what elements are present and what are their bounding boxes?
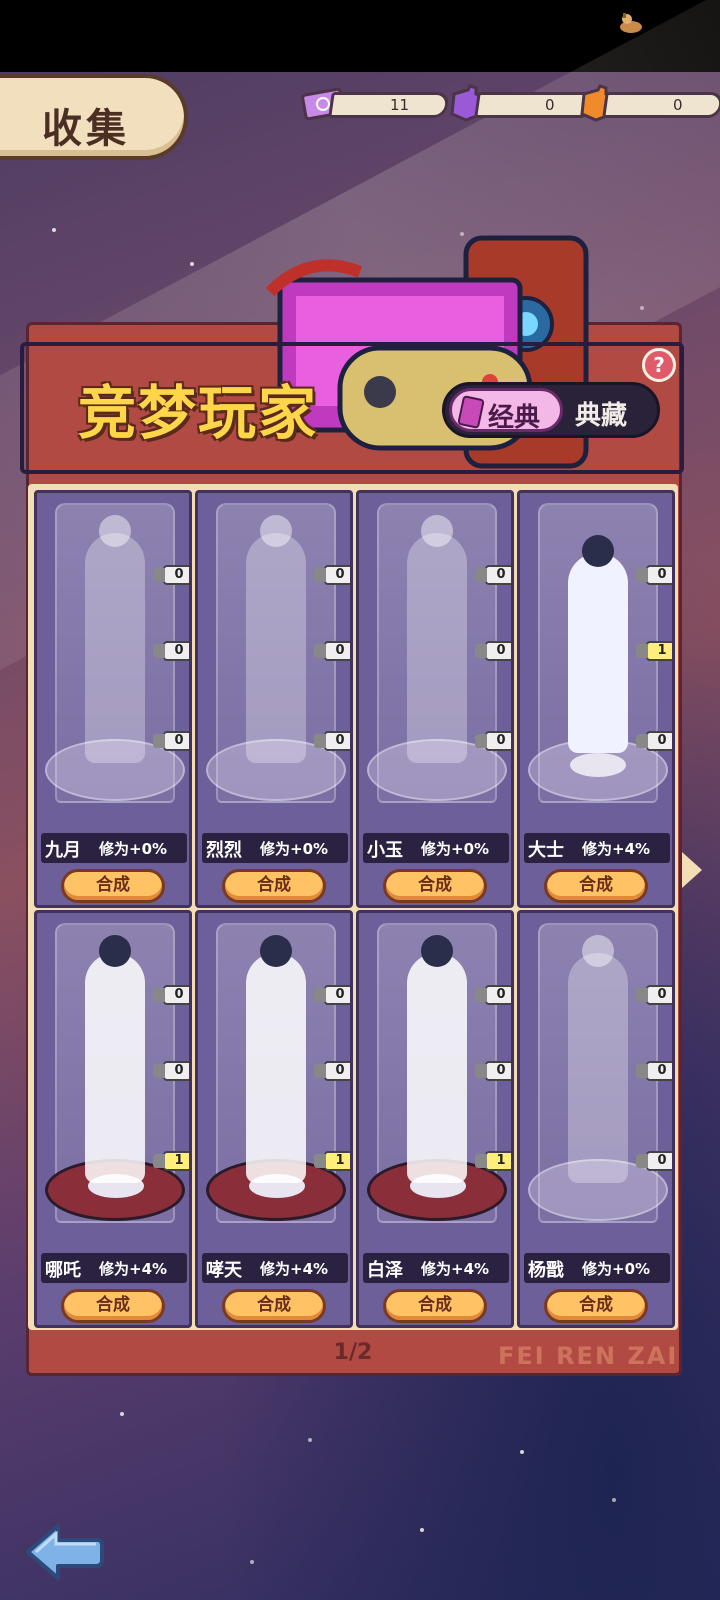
part-count: 0	[636, 1151, 672, 1171]
character-bonus: 修为+0%	[582, 1260, 651, 1278]
part-count: 0	[153, 641, 189, 661]
part-count: 0	[636, 985, 672, 1005]
name-bar: 白泽 修为+4%	[363, 1253, 509, 1283]
star-dot	[120, 1412, 124, 1416]
page-title-tab: 收集	[0, 74, 188, 160]
character-figure	[407, 935, 467, 1183]
currency-value: 11	[389, 96, 409, 114]
name-bar: 杨戬 修为+0%	[524, 1253, 670, 1283]
star-dot	[52, 228, 56, 232]
star-dot	[250, 1560, 254, 1564]
character-name: 杨戬	[528, 1260, 564, 1281]
character-figure	[407, 515, 467, 763]
character-card[interactable]: 0 0 0 烈烈 修为+0% 合成	[195, 490, 353, 908]
character-bonus: 修为+4%	[99, 1260, 168, 1278]
star-dot	[420, 1528, 424, 1532]
part-count: 0	[636, 565, 672, 585]
character-bonus: 修为+4%	[582, 840, 651, 858]
merge-button[interactable]: 合成	[222, 1289, 326, 1323]
part-count: 0	[475, 641, 511, 661]
character-name: 哪吒	[45, 1260, 81, 1281]
merge-button[interactable]: 合成	[61, 1289, 165, 1323]
character-figure	[568, 935, 628, 1183]
name-bar: 哪吒 修为+4%	[41, 1253, 187, 1283]
part-count: 1	[314, 1151, 350, 1171]
part-count: 0	[153, 985, 189, 1005]
part-count: 0	[636, 731, 672, 751]
tab-classic-label: 经典	[488, 403, 541, 433]
currency-value: 0	[673, 96, 683, 114]
currency-counter: 0	[602, 92, 720, 118]
merge-button[interactable]: 合成	[61, 869, 165, 903]
character-card[interactable]: 0 0 0 小玉 修为+0% 合成	[356, 490, 514, 908]
character-bonus: 修为+4%	[260, 1260, 329, 1278]
character-card[interactable]: 0 0 1 白泽 修为+4% 合成	[356, 910, 514, 1328]
name-bar: 大士 修为+4%	[524, 833, 670, 863]
tab-classic[interactable]: 经典	[449, 388, 563, 433]
character-name: 烈烈	[206, 840, 242, 861]
part-count: 0	[475, 565, 511, 585]
part-count: 0	[153, 1061, 189, 1081]
name-bar: 哮天 修为+4%	[202, 1253, 348, 1283]
help-button[interactable]: ?	[642, 348, 676, 382]
star-dot	[612, 1498, 616, 1502]
part-count: 0	[475, 1061, 511, 1081]
back-arrow-icon[interactable]	[22, 1520, 106, 1584]
part-count: 0	[153, 565, 189, 585]
currency-value: 0	[545, 96, 555, 114]
character-bonus: 修为+0%	[99, 840, 168, 858]
tab-collection[interactable]: 典藏	[575, 395, 627, 432]
character-bonus: 修为+4%	[421, 1260, 490, 1278]
character-figure	[246, 515, 306, 763]
part-count: 1	[475, 1151, 511, 1171]
star-dot	[520, 1450, 524, 1454]
watermark: FEI REN ZAI	[498, 1342, 679, 1370]
part-count: 0	[475, 731, 511, 751]
merge-button[interactable]: 合成	[222, 869, 326, 903]
part-count: 0	[314, 1061, 350, 1081]
character-figure	[85, 935, 145, 1183]
part-count: 0	[153, 731, 189, 751]
part-count: 1	[153, 1151, 189, 1171]
star-dot	[190, 262, 194, 266]
star-dot	[308, 1438, 312, 1442]
character-bonus: 修为+0%	[260, 840, 329, 858]
character-figure	[568, 535, 628, 753]
part-count: 0	[314, 985, 350, 1005]
character-card[interactable]: 0 0 0 九月 修为+0% 合成	[34, 490, 192, 908]
character-figure	[85, 515, 145, 763]
character-bonus: 修为+0%	[421, 840, 490, 858]
character-name: 大士	[528, 840, 564, 861]
next-page-arrow-icon[interactable]	[682, 852, 702, 888]
part-count: 0	[475, 985, 511, 1005]
character-name: 哮天	[206, 1260, 242, 1281]
character-card[interactable]: 0 0 0 杨戬 修为+0% 合成	[517, 910, 675, 1328]
name-bar: 小玉 修为+0%	[363, 833, 509, 863]
part-count: 1	[636, 641, 672, 661]
character-name: 小玉	[367, 840, 403, 861]
currency-counter: 11	[328, 92, 450, 118]
merge-button[interactable]: 合成	[544, 869, 648, 903]
dog-icon	[620, 13, 642, 33]
character-name: 九月	[45, 840, 81, 861]
banner-title: 竞梦玩家	[78, 379, 319, 447]
character-card[interactable]: 0 0 1 哪吒 修为+4% 合成	[34, 910, 192, 1328]
character-card[interactable]: 0 1 0 大士 修为+4% 合成	[517, 490, 675, 908]
name-bar: 烈烈 修为+0%	[202, 833, 348, 863]
character-figure	[246, 935, 306, 1183]
merge-button[interactable]: 合成	[544, 1289, 648, 1323]
part-count: 0	[314, 641, 350, 661]
character-card[interactable]: 0 0 1 哮天 修为+4% 合成	[195, 910, 353, 1328]
merge-button[interactable]: 合成	[383, 869, 487, 903]
star-dot	[640, 306, 644, 310]
part-count: 0	[314, 565, 350, 585]
character-name: 白泽	[367, 1260, 403, 1281]
merge-button[interactable]: 合成	[383, 1289, 487, 1323]
card-icon	[457, 395, 485, 429]
page-title: 收集	[42, 106, 130, 152]
mode-toggle: 经典 典藏	[442, 382, 660, 438]
part-count: 0	[314, 731, 350, 751]
part-count: 0	[636, 1061, 672, 1081]
name-bar: 九月 修为+0%	[41, 833, 187, 863]
